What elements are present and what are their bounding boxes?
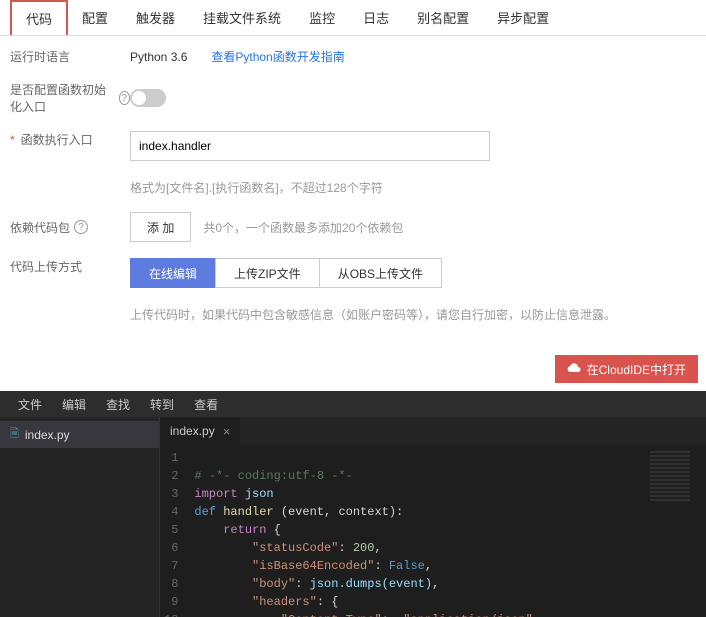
handler-hint: 格式为[文件名].[执行函数名]，不超过128个字符	[130, 179, 696, 196]
editor-tabs: index.py ×	[160, 417, 706, 445]
tab-code[interactable]: 代码	[10, 0, 68, 35]
deps-label: 依赖代码包 ?	[10, 219, 130, 236]
menu-find[interactable]: 查找	[96, 396, 140, 413]
runtime-label: 运行时语言	[10, 48, 130, 65]
open-cloud-ide-button[interactable]: 在CloudIDE中打开	[555, 355, 698, 383]
tab-logs[interactable]: 日志	[349, 0, 403, 35]
menu-goto[interactable]: 转到	[140, 396, 184, 413]
close-icon[interactable]: ×	[223, 424, 231, 439]
upload-hint: 上传代码时，如果代码中包含敏感信息（如账户密码等），请您自行加密，以防止信息泄露…	[130, 306, 696, 323]
form-area: 运行时语言 Python 3.6 查看Python函数开发指南 是否配置函数初始…	[0, 36, 706, 355]
top-tabs: 代码 配置 触发器 挂载文件系统 监控 日志 别名配置 异步配置	[0, 0, 706, 36]
tab-monitor[interactable]: 监控	[295, 0, 349, 35]
menu-edit[interactable]: 编辑	[52, 396, 96, 413]
cloud-icon	[567, 362, 581, 376]
init-label: 是否配置函数初始化入口 ?	[10, 81, 130, 115]
handler-label: *函数执行入口	[10, 131, 130, 148]
help-icon[interactable]: ?	[119, 91, 131, 105]
minimap[interactable]	[646, 445, 706, 617]
file-icon: 🗎	[10, 425, 19, 444]
upload-label: 代码上传方式	[10, 258, 130, 275]
add-dep-button[interactable]: 添 加	[130, 212, 191, 242]
subtab-upload-zip[interactable]: 上传ZIP文件	[215, 258, 320, 288]
menu-view[interactable]: 查看	[184, 396, 228, 413]
help-icon[interactable]: ?	[74, 220, 88, 234]
ide-file-explorer: 🗎 index.py	[0, 417, 160, 617]
tab-async[interactable]: 异步配置	[483, 0, 563, 35]
subtab-online-edit[interactable]: 在线编辑	[130, 258, 216, 288]
handler-input[interactable]	[130, 131, 490, 161]
tab-alias[interactable]: 别名配置	[403, 0, 483, 35]
code-lines: # -*- coding:utf-8 -*- import json def h…	[186, 445, 706, 617]
deps-hint: 共0个，一个函数最多添加20个依赖包	[203, 219, 403, 236]
runtime-value: Python 3.6	[130, 50, 187, 64]
tab-mount[interactable]: 挂载文件系统	[189, 0, 295, 35]
tab-config[interactable]: 配置	[68, 0, 122, 35]
code-area[interactable]: 123 456 789 1011 # -*- coding:utf-8 -*- …	[160, 445, 706, 617]
runtime-guide-link[interactable]: 查看Python函数开发指南	[211, 48, 344, 65]
line-gutter: 123 456 789 1011	[160, 445, 186, 617]
tab-triggers[interactable]: 触发器	[122, 0, 189, 35]
file-item-index[interactable]: 🗎 index.py	[0, 421, 159, 448]
menu-file[interactable]: 文件	[8, 396, 52, 413]
subtab-upload-obs[interactable]: 从OBS上传文件	[319, 258, 442, 288]
ide-menubar: 文件 编辑 查找 转到 查看	[0, 391, 706, 417]
ide-editor: 文件 编辑 查找 转到 查看 🗎 index.py index.py × 123…	[0, 391, 706, 617]
editor-tab-index[interactable]: index.py ×	[160, 417, 240, 445]
ide-main: index.py × 123 456 789 1011 # -*- coding…	[160, 417, 706, 617]
upload-mode-tabs: 在线编辑 上传ZIP文件 从OBS上传文件	[130, 258, 442, 288]
init-toggle[interactable]	[130, 89, 166, 107]
